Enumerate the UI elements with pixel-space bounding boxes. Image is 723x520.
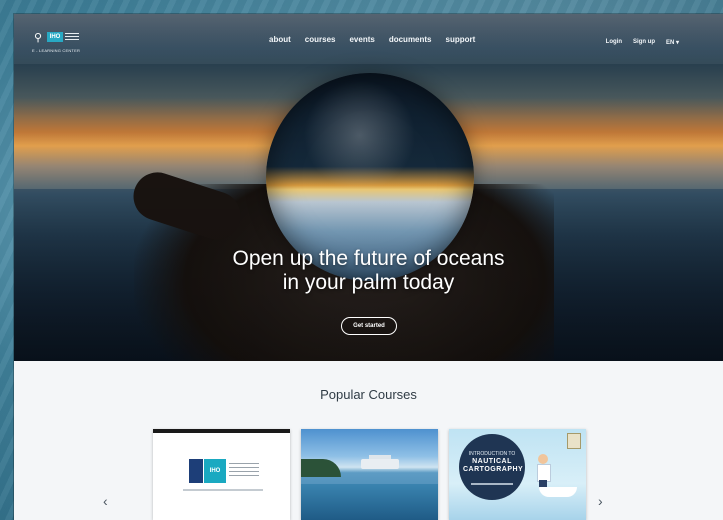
logo-caption: E - LEARNING CENTER [32, 48, 81, 53]
nav-courses[interactable]: courses [305, 35, 336, 44]
course-card-iho[interactable]: IHO [153, 429, 290, 520]
browser-page: ⚲ IHO E - LEARNING CENTER about courses … [14, 14, 723, 520]
login-link[interactable]: Login [606, 39, 622, 46]
signup-link[interactable]: Sign up [633, 39, 655, 46]
course-carousel: IHO INTRODUCTION TO NAUTICAL CARTOGRAPHY [153, 429, 588, 520]
boat-illustration [539, 487, 577, 497]
hero-headline: Open up the future of oceans in your pal… [232, 247, 505, 294]
course-card-cartography[interactable]: INTRODUCTION TO NAUTICAL CARTOGRAPHY [449, 429, 586, 520]
captain-illustration [535, 454, 551, 488]
iho-badge: IHO [47, 32, 63, 42]
microphone-icon: ⚲ [34, 32, 43, 44]
get-started-button[interactable]: Get started [341, 317, 397, 335]
site-logo[interactable]: ⚲ IHO E - LEARNING CENTER [32, 30, 92, 58]
language-selector[interactable]: EN ▾ [666, 39, 679, 46]
crest-icon [189, 459, 203, 483]
popular-courses-title: Popular Courses [320, 387, 417, 402]
main-nav: about courses events documents support [269, 35, 475, 44]
account-nav: Login Sign up EN ▾ [606, 39, 679, 46]
course-card-ship[interactable] [301, 429, 438, 520]
iho-logo: IHO [204, 459, 226, 483]
nav-documents[interactable]: documents [389, 35, 432, 44]
nav-support[interactable]: support [446, 35, 476, 44]
hero-banner: ⚲ IHO E - LEARNING CENTER about courses … [14, 14, 723, 361]
nav-events[interactable]: events [349, 35, 374, 44]
top-navbar: ⚲ IHO E - LEARNING CENTER about courses … [14, 14, 723, 64]
ship-image [361, 459, 399, 469]
chevron-left-icon[interactable]: ‹ [103, 493, 108, 509]
chevron-right-icon[interactable]: › [598, 493, 603, 509]
emblem-icon [567, 433, 581, 449]
nav-about[interactable]: about [269, 35, 291, 44]
